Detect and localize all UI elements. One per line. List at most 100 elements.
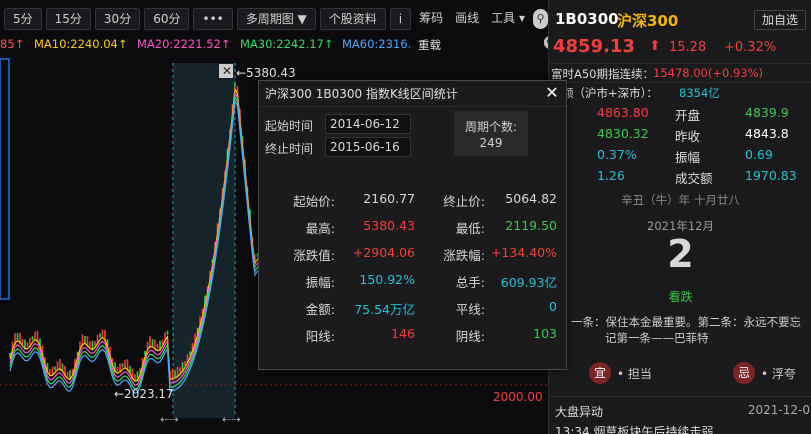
close-icon[interactable]: ✕	[544, 85, 560, 101]
period-15min-button[interactable]: 15分	[45, 8, 91, 30]
period-5min-button[interactable]: 5分	[4, 8, 42, 30]
news-date: 2021-12-0	[747, 403, 810, 417]
axis-price-label: 2000.00	[493, 390, 543, 404]
candle	[31, 336, 34, 341]
ma5-value: 85↑	[0, 37, 25, 51]
stock-name: 沪深300	[617, 12, 679, 30]
start-time-input[interactable]: 2014-06-12	[325, 114, 411, 134]
ji-text: • 浮夸	[761, 367, 796, 381]
tools-dropdown[interactable]: 工具 ▾	[487, 8, 529, 30]
add-watchlist-button[interactable]: 加自选	[753, 10, 806, 30]
day-number: 2	[667, 232, 694, 276]
ji-badge: 忌	[733, 362, 755, 384]
candle	[84, 335, 86, 343]
candle	[54, 366, 56, 371]
quote-k2: 成交额	[675, 171, 713, 186]
period-30min-button[interactable]: 30分	[94, 8, 141, 30]
reload-button[interactable]: 重载	[418, 37, 441, 53]
close-marker-glyph: ✕	[222, 64, 232, 78]
dialog-title: 沪深300 1B0300 指数K线区间统计	[259, 81, 566, 107]
stat-value-0-a: 2160.77	[363, 191, 415, 206]
left-frame	[0, 58, 10, 300]
stat-value-5-b: 103	[533, 326, 557, 341]
stat-value-4-a: 75.54万亿	[354, 302, 415, 317]
ma20-value: MA20:2221.52↑	[137, 37, 231, 51]
ma60-value: MA60:2316.	[342, 37, 412, 51]
candle	[166, 330, 169, 335]
candle	[101, 329, 104, 338]
quote-grid: 高4863.80开盘4839.9低4830.32昨收4843.8手0.37%振幅…	[549, 103, 811, 187]
ma60-line	[9, 98, 279, 394]
draw-line-button[interactable]: 画线	[451, 8, 483, 30]
turnover-row: 成交额（沪市+深市）： 8354亿	[549, 82, 811, 101]
quote-k2: 振幅	[675, 150, 701, 165]
stat-value-3-a: 150.92%	[359, 272, 415, 287]
stat-value-1-a: 5380.43	[363, 218, 415, 233]
lunar-date: 辛丑（牛）年 十月廿八	[621, 193, 740, 207]
yi-badge: 宜	[589, 362, 611, 384]
stat-value-4-b: 0	[549, 299, 557, 314]
quote-row: 比1.26成交额1970.83	[549, 166, 811, 187]
yi-text: • 担当	[617, 367, 652, 381]
period-count-value: 249	[479, 136, 503, 150]
turnover-value: 8354亿	[679, 86, 720, 100]
up-arrow-icon: ⬆	[649, 38, 661, 54]
ma30-value: MA30:2242.17↑	[240, 37, 334, 51]
candle	[89, 341, 91, 348]
candle	[124, 359, 126, 368]
chip-button[interactable]: 筹码	[415, 8, 447, 30]
candle	[21, 338, 24, 345]
candle	[49, 369, 51, 375]
candle	[56, 361, 59, 370]
info-icon[interactable]: i	[389, 8, 412, 30]
end-time-input[interactable]: 2015-06-16	[325, 137, 411, 157]
start-time-label: 起始时间	[265, 119, 314, 133]
quote-header: 1B0300 沪深300 加自选	[549, 8, 811, 32]
candle	[94, 341, 96, 347]
quote-row: 高4863.80开盘4839.9	[549, 103, 811, 124]
period-count-label: 周期个数:	[464, 120, 518, 134]
candle	[179, 367, 181, 374]
quote-v2: 4839.9	[745, 105, 789, 120]
price-change-pct: +0.32%	[724, 40, 777, 55]
ma10-line	[9, 86, 279, 382]
news-title: 大盘异动	[555, 405, 604, 419]
candle	[134, 374, 136, 381]
quote-v: 0.37%	[597, 147, 637, 162]
current-price: 4859.13	[553, 36, 635, 57]
calendar-card: 辛丑（牛）年 十月廿八 2021年12月 2 看跌 一条：保住本金最重要。第二条…	[549, 190, 811, 390]
stat-value-0-b: 5064.82	[505, 191, 557, 206]
ma-indicator-row: 85↑ MA10:2240.04↑ MA20:2221.52↑ MA30:224…	[0, 36, 548, 53]
candle	[61, 363, 64, 371]
news-item[interactable]: 13:34 烟草板块午后持续走弱	[555, 423, 713, 434]
candle	[174, 370, 176, 378]
candle	[234, 82, 236, 87]
low-price-label: ←2023.17	[114, 387, 174, 401]
end-time-label: 终止时间	[265, 142, 314, 156]
quote-v2: 0.69	[745, 147, 773, 162]
stock-code: 1B0300	[555, 10, 619, 28]
candle	[156, 343, 159, 350]
candle	[99, 333, 101, 338]
stat-value-2-a: +2904.06	[352, 245, 415, 260]
stat-value-5-a: 146	[391, 326, 415, 341]
more-periods-button[interactable]: •••	[193, 8, 233, 30]
chart-toolbar: 5分 15分 30分 60分 ••• 多周期图 ▼ 个股资料 i 筹码 画线 工…	[0, 8, 548, 30]
candle	[16, 333, 19, 341]
stock-info-button[interactable]: 个股资料	[319, 8, 386, 30]
quote-k2: 昨收	[675, 129, 701, 144]
period-60min-button[interactable]: 60分	[144, 8, 190, 30]
candle	[26, 342, 29, 348]
multi-period-dropdown[interactable]: 多周期图 ▼	[236, 8, 316, 30]
candle	[66, 371, 69, 378]
quote-row: 低4830.32昨收4843.8	[549, 124, 811, 145]
quote-v: 4830.32	[597, 126, 649, 141]
quote-k2: 开盘	[675, 108, 701, 123]
stat-value-1-b: 2119.50	[505, 218, 557, 233]
search-icon[interactable]: ⚲	[533, 9, 548, 29]
a50-row: 富时A50期指连续： 15478.00(+0.93%)	[549, 63, 811, 82]
ma20-line	[9, 90, 279, 386]
quote-row: 手0.37%振幅0.69	[549, 145, 811, 166]
quote-v: 4863.80	[597, 105, 649, 120]
high-price-label: ←5380.43	[236, 66, 296, 80]
